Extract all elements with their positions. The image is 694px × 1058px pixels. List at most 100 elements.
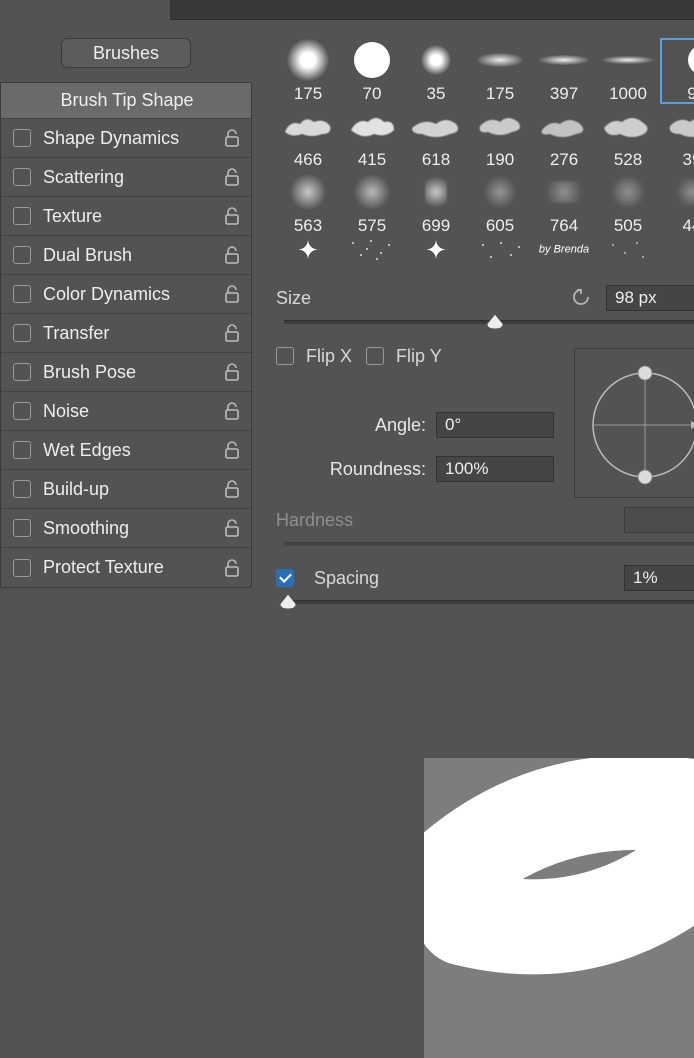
option-shape-dynamics[interactable]: Shape Dynamics [1, 119, 251, 158]
angle-input[interactable]: 0° [436, 412, 554, 438]
brush-preset[interactable]: 699 [404, 170, 468, 236]
lock-icon[interactable] [223, 323, 241, 343]
option-label: Brush Pose [43, 362, 223, 383]
preset-size: 9 [687, 84, 694, 104]
size-slider[interactable] [284, 320, 694, 324]
brush-preset[interactable]: 175 [276, 38, 340, 104]
roundness-input[interactable]: 100% [436, 456, 554, 482]
spacing-checkbox[interactable] [276, 569, 294, 587]
checkbox[interactable] [13, 246, 31, 264]
brush-preset[interactable]: ✦ [276, 236, 340, 266]
lock-icon[interactable] [223, 245, 241, 265]
brush-preset[interactable]: 415 [340, 104, 404, 170]
option-texture[interactable]: Texture [1, 197, 251, 236]
option-transfer[interactable]: Transfer [1, 314, 251, 353]
reset-size-icon[interactable] [572, 287, 594, 310]
lock-icon[interactable] [223, 401, 241, 421]
flip-x-checkbox[interactable] [276, 347, 294, 365]
flip-x-label: Flip X [306, 346, 352, 367]
spacing-slider[interactable] [284, 600, 694, 604]
angle-roundness-widget[interactable] [574, 348, 694, 498]
brush-preset-script-label: by Brenda [539, 245, 589, 256]
brushes-button[interactable]: Brushes [61, 38, 191, 68]
spacing-label: Spacing [314, 568, 379, 589]
brush-preset[interactable]: 563 [276, 170, 340, 236]
checkbox[interactable] [13, 519, 31, 537]
size-input[interactable]: 98 px [606, 285, 694, 311]
hardness-input[interactable] [624, 507, 694, 533]
lock-icon[interactable] [223, 518, 241, 538]
brush-preset[interactable]: 618 [404, 104, 468, 170]
lock-icon[interactable] [223, 440, 241, 460]
preset-size: 764 [550, 216, 578, 236]
option-label: Smoothing [43, 518, 223, 539]
brush-preset[interactable]: 44 [660, 170, 694, 236]
brush-preset[interactable] [340, 236, 404, 266]
option-label: Texture [43, 206, 223, 227]
lock-icon[interactable] [223, 362, 241, 382]
checkbox[interactable] [13, 129, 31, 147]
lock-icon[interactable] [223, 284, 241, 304]
checkbox[interactable] [13, 402, 31, 420]
lock-icon[interactable] [223, 128, 241, 148]
brush-preset[interactable]: 397 [532, 38, 596, 104]
option-smoothing[interactable]: Smoothing [1, 509, 251, 548]
brush-preset[interactable]: 35 [404, 38, 468, 104]
brush-preset[interactable]: 505 [596, 170, 660, 236]
preset-size: 575 [358, 216, 386, 236]
option-label: Dual Brush [43, 245, 223, 266]
hardness-row: Hardness [276, 506, 694, 534]
spacing-slider-thumb[interactable] [279, 594, 297, 610]
lock-icon[interactable] [223, 167, 241, 187]
checkbox[interactable] [13, 441, 31, 459]
preset-size: 466 [294, 150, 322, 170]
option-scattering[interactable]: Scattering [1, 158, 251, 197]
brush-preset[interactable]: 1000 [596, 38, 660, 104]
checkbox[interactable] [13, 168, 31, 186]
checkbox[interactable] [13, 324, 31, 342]
brush-preset[interactable]: 39 [660, 104, 694, 170]
flip-y-checkbox[interactable] [366, 347, 384, 365]
brush-preset[interactable]: 276 [532, 104, 596, 170]
brush-preset[interactable]: 764 [532, 170, 596, 236]
lock-icon[interactable] [223, 206, 241, 226]
brush-preset[interactable] [468, 236, 532, 266]
brush-preset[interactable] [660, 236, 694, 266]
preset-size: 415 [358, 150, 386, 170]
brush-preset[interactable]: 190 [468, 104, 532, 170]
option-label: Shape Dynamics [43, 128, 223, 149]
checkbox[interactable] [13, 480, 31, 498]
brush-preset-selected[interactable]: 9 [660, 38, 694, 104]
checkbox[interactable] [13, 285, 31, 303]
option-build-up[interactable]: Build-up [1, 470, 251, 509]
preset-size: 563 [294, 216, 322, 236]
brush-preset[interactable]: 528 [596, 104, 660, 170]
preset-size: 39 [683, 150, 694, 170]
brush-preset[interactable]: 466 [276, 104, 340, 170]
brush-preset[interactable]: 575 [340, 170, 404, 236]
brush-preset[interactable] [596, 236, 660, 266]
lock-icon[interactable] [223, 558, 241, 578]
checkbox[interactable] [13, 207, 31, 225]
brush-preset[interactable]: ✦ [404, 236, 468, 266]
option-wet-edges[interactable]: Wet Edges [1, 431, 251, 470]
brush-preset-grid: 175 70 35 175 397 1000 9 466 415 618 190… [276, 38, 694, 266]
checkbox[interactable] [13, 363, 31, 381]
spacing-input[interactable]: 1% [624, 565, 694, 591]
lock-icon[interactable] [223, 479, 241, 499]
active-panel-tab[interactable] [0, 0, 170, 20]
option-brush-pose[interactable]: Brush Pose [1, 353, 251, 392]
option-protect-texture[interactable]: Protect Texture [1, 548, 251, 587]
preset-size: 276 [550, 150, 578, 170]
option-dual-brush[interactable]: Dual Brush [1, 236, 251, 275]
checkbox[interactable] [13, 559, 31, 577]
brush-preset[interactable]: 70 [340, 38, 404, 104]
brush-tip-shape-header[interactable]: Brush Tip Shape [1, 83, 251, 119]
size-slider-thumb[interactable] [486, 314, 504, 330]
brush-preset[interactable]: by Brenda [532, 236, 596, 266]
option-noise[interactable]: Noise [1, 392, 251, 431]
option-label: Protect Texture [43, 557, 223, 578]
brush-preset[interactable]: 605 [468, 170, 532, 236]
option-color-dynamics[interactable]: Color Dynamics [1, 275, 251, 314]
brush-preset[interactable]: 175 [468, 38, 532, 104]
